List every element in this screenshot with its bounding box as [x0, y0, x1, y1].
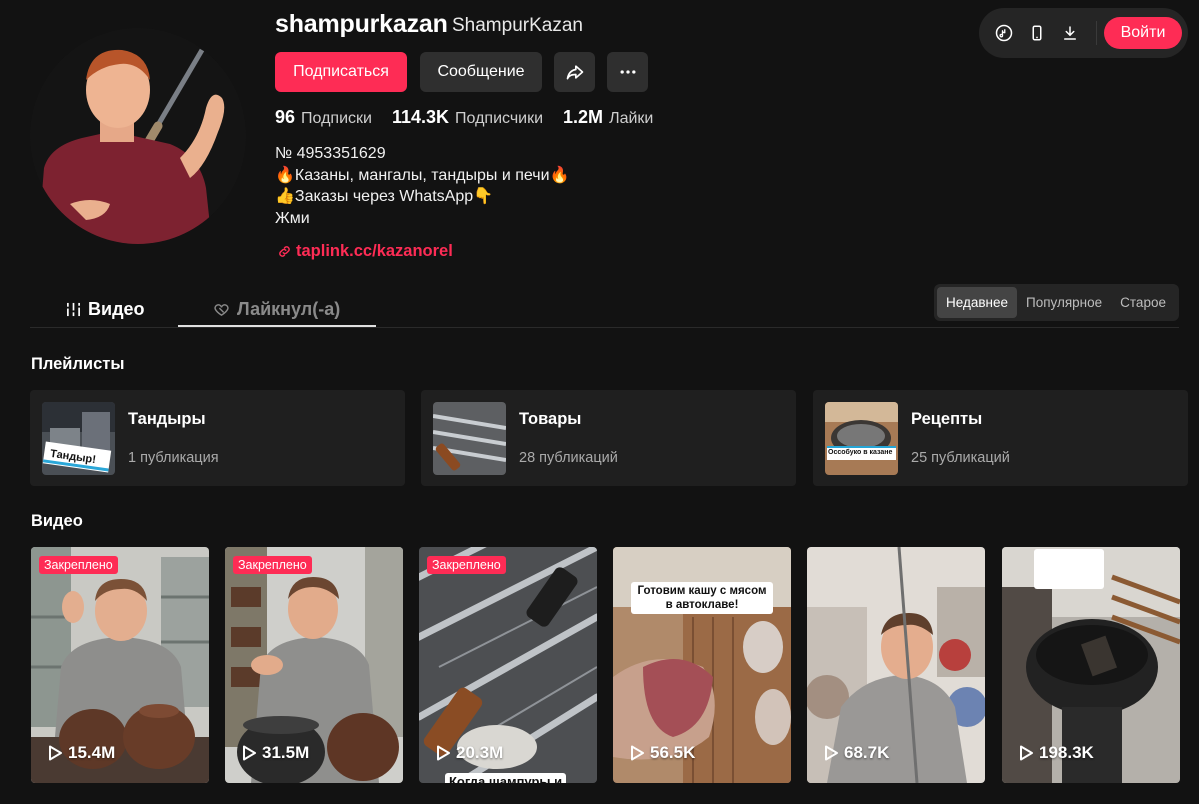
playlist-count: 1 публикация	[128, 450, 219, 466]
view-count-text: 56.5K	[650, 743, 696, 762]
play-icon	[49, 745, 62, 761]
download-icon[interactable]	[1057, 20, 1083, 46]
tab-liked[interactable]: Лайкнул(-а)	[213, 294, 340, 324]
playlists-heading: Плейлисты	[31, 355, 125, 373]
stat-value: 1.2M	[563, 107, 604, 127]
nickname: ShampurKazan	[452, 15, 583, 36]
sort-option-recent[interactable]: Недавнее	[937, 287, 1017, 318]
view-count: 68.7K	[824, 743, 889, 763]
playlist-thumbnail: Тандыр!	[42, 402, 115, 475]
profile-link[interactable]: taplink.cc/kazanorel	[277, 242, 453, 261]
play-icon	[825, 745, 838, 761]
divider	[1096, 21, 1097, 45]
video-caption: Когда шампуры и	[445, 773, 567, 783]
mobile-icon[interactable]	[1024, 20, 1050, 46]
video-text-overlay	[1034, 549, 1104, 589]
bio-line: № 4953351629	[275, 145, 386, 162]
tabs-divider	[30, 327, 1179, 328]
view-count-text: 20.3M	[456, 743, 504, 762]
username: shampurkazan	[275, 10, 448, 38]
tab-indicator	[178, 325, 376, 327]
login-button[interactable]: Войти	[1104, 17, 1182, 49]
sort-option-popular[interactable]: Популярное	[1017, 287, 1111, 318]
video-caption: Готовим кашу с мясом в автоклаве!	[631, 582, 773, 614]
video-card[interactable]: Закреплено 31.5M	[225, 547, 403, 783]
view-count-text: 31.5M	[262, 743, 310, 762]
view-count-text: 15.4M	[68, 743, 116, 762]
stat-label: Подписчики	[455, 110, 544, 127]
follow-button[interactable]: Подписаться	[275, 52, 407, 92]
play-icon	[243, 745, 256, 761]
stat-value: 96	[275, 107, 296, 127]
share-button[interactable]	[554, 52, 595, 92]
thumbnail-caption: Оссобуко в казане	[828, 449, 893, 456]
sort-switcher: Недавнее Популярное Старое	[934, 284, 1179, 321]
play-icon	[437, 745, 450, 761]
view-count-text: 68.7K	[844, 743, 890, 762]
playlist-thumbnail: Оссобуко в казане	[825, 402, 898, 475]
stat-likes: 1.2M Лайки	[563, 107, 653, 128]
link-text: taplink.cc/kazanorel	[296, 242, 453, 260]
play-icon	[1020, 745, 1033, 761]
playlist-card[interactable]: Оссобуко в казане Рецепты 25 публикаций	[813, 390, 1188, 486]
message-button[interactable]: Сообщение	[420, 52, 542, 92]
profile-stats: 96 Подписки 114.3K Подписчики 1.2M Лайки	[275, 107, 673, 128]
tab-label: Лайкнул(-а)	[237, 298, 341, 319]
tiktok-icon[interactable]	[991, 20, 1017, 46]
video-card[interactable]: Готовим кашу с мясом в автоклаве! 56.5K	[613, 547, 791, 783]
stat-label: Лайки	[609, 110, 654, 127]
play-icon	[631, 745, 644, 761]
pinned-badge: Закреплено	[233, 556, 312, 574]
view-count: 15.4M	[48, 743, 115, 763]
bio-line: Жми	[275, 209, 310, 227]
more-options-button[interactable]	[607, 52, 648, 92]
video-card[interactable]: Закреплено Когда шампуры и 20.3M	[419, 547, 597, 783]
playlist-name: Товары	[519, 410, 582, 428]
view-count: 198.3K	[1019, 743, 1094, 763]
pinned-badge: Закреплено	[427, 556, 506, 574]
playlist-count: 25 публикаций	[911, 450, 1010, 466]
pinned-badge: Закреплено	[39, 556, 118, 574]
stat-value: 114.3K	[391, 107, 450, 127]
videos-heading: Видео	[31, 512, 83, 530]
video-card[interactable]: 68.7K	[807, 547, 985, 783]
view-count: 20.3M	[436, 743, 503, 763]
share-icon	[566, 65, 583, 80]
stat-following[interactable]: 96 Подписки	[275, 107, 372, 128]
heart-icon	[214, 303, 229, 316]
avatar[interactable]	[30, 28, 246, 244]
playlist-card[interactable]: Тандыр! Тандыры 1 публикация	[30, 390, 405, 486]
ellipsis-icon	[620, 70, 635, 74]
view-count: 56.5K	[630, 743, 695, 763]
bio-line: 🔥Казаны, мангалы, тандыры и печи🔥	[275, 166, 570, 184]
playlist-thumbnail	[433, 402, 506, 475]
tab-video[interactable]: Видео	[66, 294, 145, 324]
video-card[interactable]: 198.3K	[1002, 547, 1180, 783]
grid-icon	[66, 302, 81, 316]
stat-followers[interactable]: 114.3K Подписчики	[392, 107, 543, 128]
top-actions-bar: Войти	[979, 8, 1188, 58]
view-count: 31.5M	[242, 743, 309, 763]
video-card[interactable]: Закреплено 15.4M	[31, 547, 209, 783]
sort-option-oldest[interactable]: Старое	[1111, 287, 1175, 318]
view-count-text: 198.3K	[1039, 743, 1094, 762]
playlist-card[interactable]: Товары 28 публикаций	[421, 390, 796, 486]
playlist-name: Рецепты	[911, 410, 983, 428]
link-icon	[279, 246, 290, 257]
bio-line: 👍Заказы через WhatsApp👇	[275, 188, 494, 205]
tab-label: Видео	[88, 298, 145, 319]
playlist-count: 28 публикаций	[519, 450, 618, 466]
bio: № 4953351629 🔥Казаны, мангалы, тандыры и…	[275, 143, 569, 229]
stat-label: Подписки	[301, 110, 372, 127]
playlist-name: Тандыры	[128, 410, 206, 428]
